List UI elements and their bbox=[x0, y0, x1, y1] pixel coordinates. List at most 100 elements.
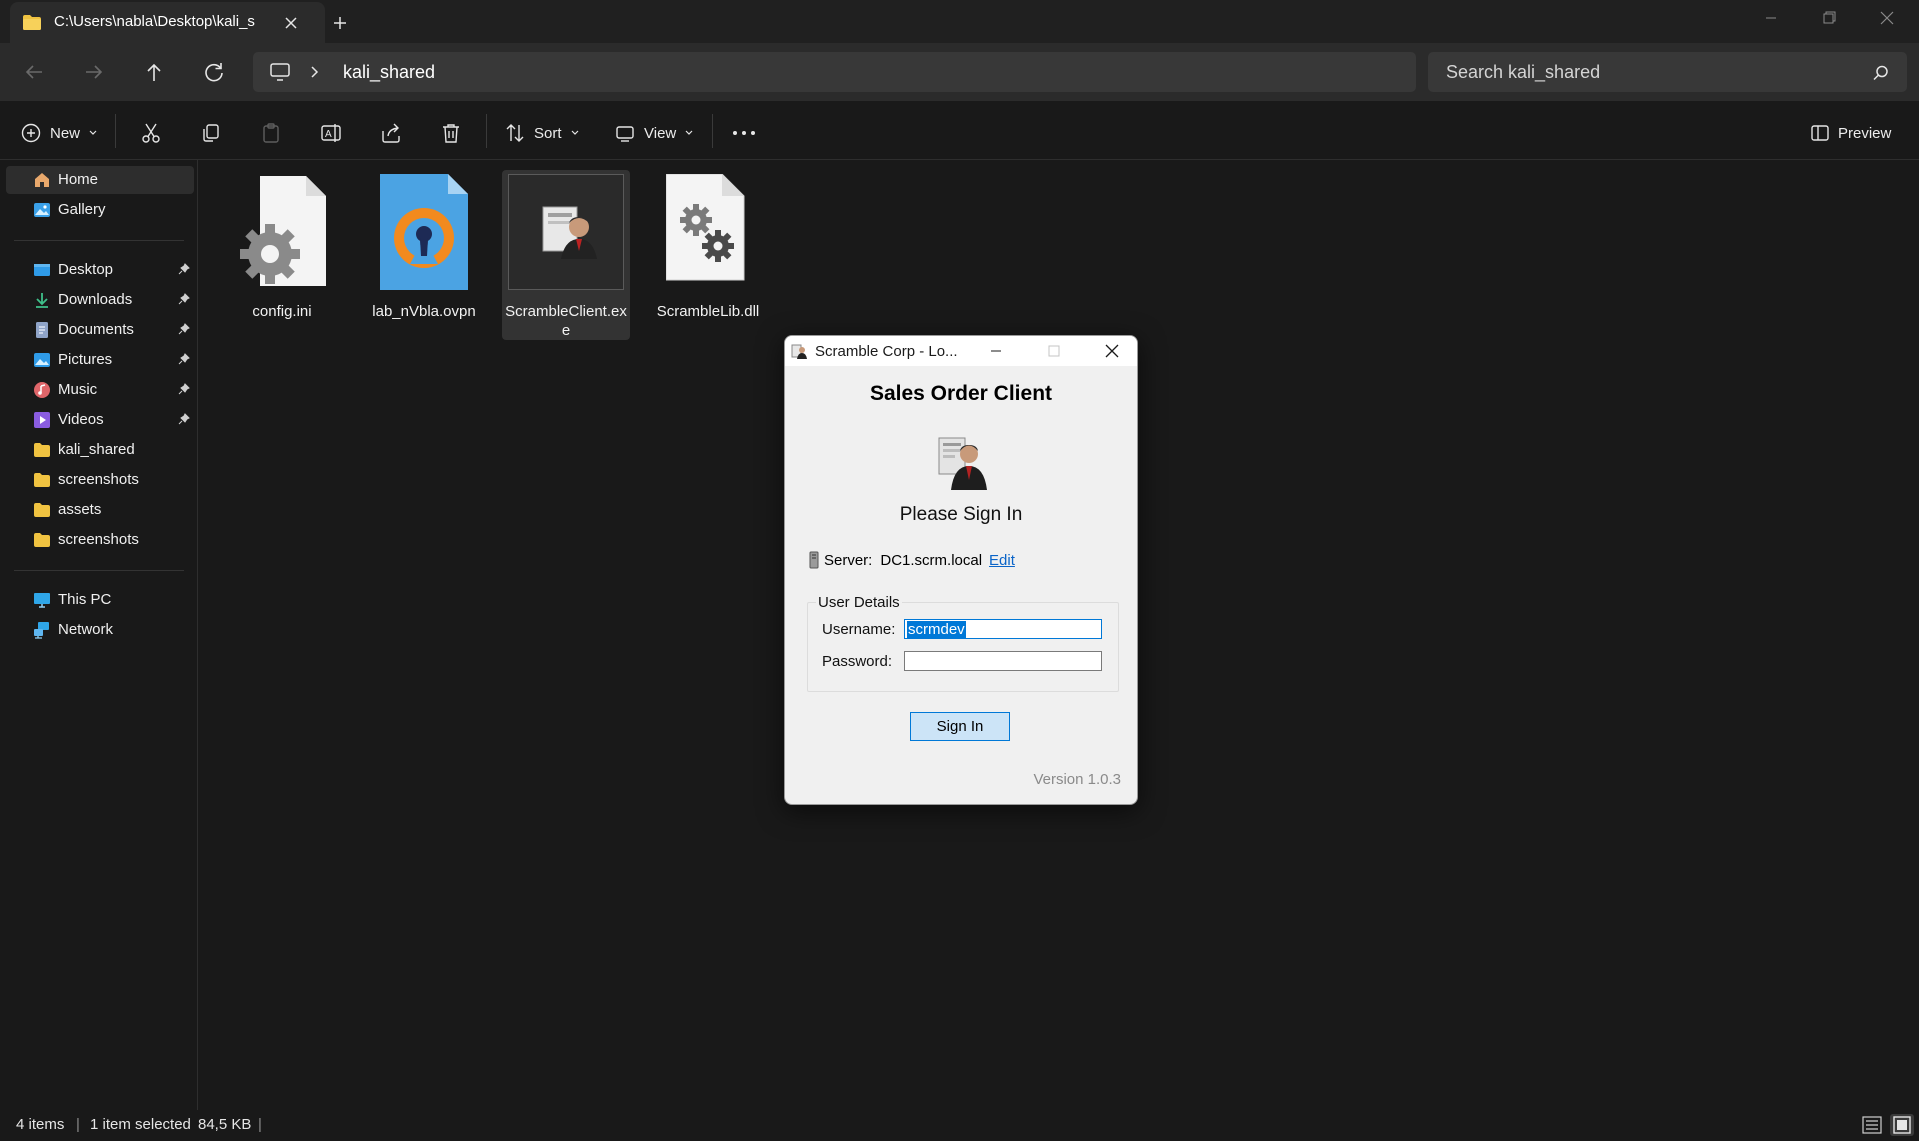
rename-button[interactable]: A bbox=[320, 118, 342, 148]
file-item[interactable]: ScrambleLib.dll bbox=[644, 170, 772, 340]
more-icon bbox=[730, 122, 758, 144]
new-tab-button[interactable] bbox=[325, 10, 355, 36]
svg-text:A: A bbox=[325, 129, 332, 140]
sidebar-item-videos[interactable]: Videos bbox=[6, 406, 194, 434]
tab-active[interactable]: C:\Users\nabla\Desktop\kali_s bbox=[10, 2, 325, 43]
large-icons-view-icon[interactable] bbox=[1890, 1114, 1914, 1136]
server-label: Server: bbox=[824, 551, 873, 569]
close-window-button[interactable] bbox=[1858, 0, 1916, 36]
sidebar-item-screenshots[interactable]: screenshots bbox=[6, 466, 194, 494]
back-button[interactable] bbox=[16, 57, 52, 87]
sort-icon bbox=[504, 122, 526, 144]
desktop-folder-icon bbox=[33, 261, 51, 279]
password-label: Password: bbox=[822, 653, 893, 670]
file-name: ScrambleClient.exe bbox=[505, 303, 627, 339]
pin-icon[interactable] bbox=[178, 263, 190, 275]
settings-file-icon bbox=[240, 176, 326, 292]
preview-pane-icon bbox=[1810, 123, 1830, 143]
folder-icon bbox=[33, 441, 51, 459]
search-box[interactable]: Search kali_shared bbox=[1428, 52, 1907, 92]
sidebar-item-kali-shared[interactable]: kali_shared bbox=[6, 436, 194, 464]
dialog-minimize-button[interactable] bbox=[973, 336, 1019, 366]
forward-button[interactable] bbox=[76, 57, 112, 87]
minimize-window-button[interactable] bbox=[1742, 0, 1800, 36]
sidebar-item-pictures[interactable]: Pictures bbox=[6, 346, 194, 374]
chevron-down-icon bbox=[684, 129, 694, 137]
pin-icon[interactable] bbox=[178, 413, 190, 425]
sidebar-item-home[interactable]: Home bbox=[6, 166, 194, 194]
scramble-app-icon bbox=[508, 174, 624, 290]
breadcrumb[interactable]: kali_shared bbox=[343, 62, 435, 83]
sidebar-item-label: kali_shared bbox=[58, 441, 135, 458]
username-field[interactable]: scrmdev bbox=[904, 619, 1102, 639]
chevron-right-icon[interactable] bbox=[309, 63, 321, 81]
sort-button[interactable]: Sort bbox=[504, 118, 580, 148]
file-item[interactable]: lab_nVbla.ovpn bbox=[360, 170, 488, 340]
share-button[interactable] bbox=[380, 118, 402, 148]
file-item-selected[interactable]: ScrambleClient.exe bbox=[502, 170, 630, 340]
sign-in-button[interactable]: Sign In bbox=[910, 712, 1010, 741]
dialog-close-button[interactable] bbox=[1089, 336, 1135, 366]
view-button[interactable]: View bbox=[614, 118, 694, 148]
refresh-button[interactable] bbox=[196, 57, 232, 87]
sidebar-item-music[interactable]: Music bbox=[6, 376, 194, 404]
sidebar-item-network[interactable]: Network bbox=[6, 616, 194, 644]
group-label: User Details bbox=[816, 594, 902, 611]
this-pc-icon bbox=[33, 591, 51, 609]
sort-label: Sort bbox=[534, 124, 562, 142]
pin-icon[interactable] bbox=[178, 293, 190, 305]
sales-client-logo bbox=[935, 432, 991, 490]
password-field[interactable] bbox=[904, 651, 1102, 671]
sidebar-item-label: Network bbox=[58, 621, 114, 638]
selection-size: 84,5 KB bbox=[198, 1116, 252, 1133]
new-button[interactable]: New bbox=[20, 118, 98, 148]
item-count: 4 items bbox=[16, 1116, 65, 1133]
more-options-button[interactable] bbox=[730, 118, 758, 148]
search-placeholder: Search kali_shared bbox=[1446, 62, 1601, 82]
pin-icon[interactable] bbox=[178, 323, 190, 335]
chevron-down-icon bbox=[570, 129, 580, 137]
sidebar-item-gallery[interactable]: Gallery bbox=[6, 196, 194, 224]
chevron-down-icon bbox=[88, 129, 98, 137]
dialog-title-bar: Scramble Corp - Lo... bbox=[785, 336, 1137, 366]
delete-button[interactable] bbox=[440, 118, 462, 148]
close-tab-icon[interactable] bbox=[280, 12, 302, 34]
folder-icon bbox=[33, 531, 51, 549]
add-icon bbox=[20, 122, 42, 144]
search-icon[interactable] bbox=[1872, 64, 1890, 82]
preview-button[interactable]: Preview bbox=[1810, 118, 1891, 148]
sidebar-item-screenshots-2[interactable]: screenshots bbox=[6, 526, 194, 554]
sidebar-item-assets[interactable]: assets bbox=[6, 496, 194, 524]
rename-icon: A bbox=[320, 122, 342, 144]
server-value: DC1.scrm.local bbox=[880, 551, 983, 569]
pin-icon[interactable] bbox=[178, 383, 190, 395]
sidebar-divider bbox=[14, 570, 184, 571]
sidebar-item-downloads[interactable]: Downloads bbox=[6, 286, 194, 314]
copy-button[interactable] bbox=[200, 118, 222, 148]
up-button[interactable] bbox=[136, 57, 172, 87]
openvpn-file-icon bbox=[380, 174, 470, 290]
edit-server-link[interactable]: Edit bbox=[989, 552, 1015, 569]
sidebar-item-documents[interactable]: Documents bbox=[6, 316, 194, 344]
gallery-icon bbox=[33, 201, 51, 219]
dialog-title: Scramble Corp - Lo... bbox=[815, 343, 958, 360]
sidebar-item-desktop[interactable]: Desktop bbox=[6, 256, 194, 284]
dialog-maximize-button[interactable] bbox=[1031, 336, 1077, 366]
paste-button[interactable] bbox=[260, 118, 282, 148]
status-divider: | bbox=[76, 1116, 80, 1133]
pin-icon[interactable] bbox=[178, 353, 190, 365]
sidebar-divider bbox=[14, 240, 184, 241]
sidebar-item-this-pc[interactable]: This PC bbox=[6, 586, 194, 614]
command-bar bbox=[0, 101, 1919, 160]
sidebar-item-label: screenshots bbox=[58, 471, 139, 488]
address-bar[interactable]: kali_shared bbox=[253, 52, 1416, 92]
cut-button[interactable] bbox=[140, 118, 162, 148]
details-view-icon[interactable] bbox=[1862, 1115, 1882, 1135]
folder-icon bbox=[22, 14, 42, 31]
file-item[interactable]: config.ini bbox=[218, 170, 346, 340]
restore-window-button[interactable] bbox=[1800, 0, 1858, 36]
monitor-icon bbox=[269, 62, 291, 82]
videos-folder-icon bbox=[33, 411, 51, 429]
paste-icon bbox=[260, 122, 282, 144]
selection-count: 1 item selected bbox=[90, 1116, 191, 1133]
